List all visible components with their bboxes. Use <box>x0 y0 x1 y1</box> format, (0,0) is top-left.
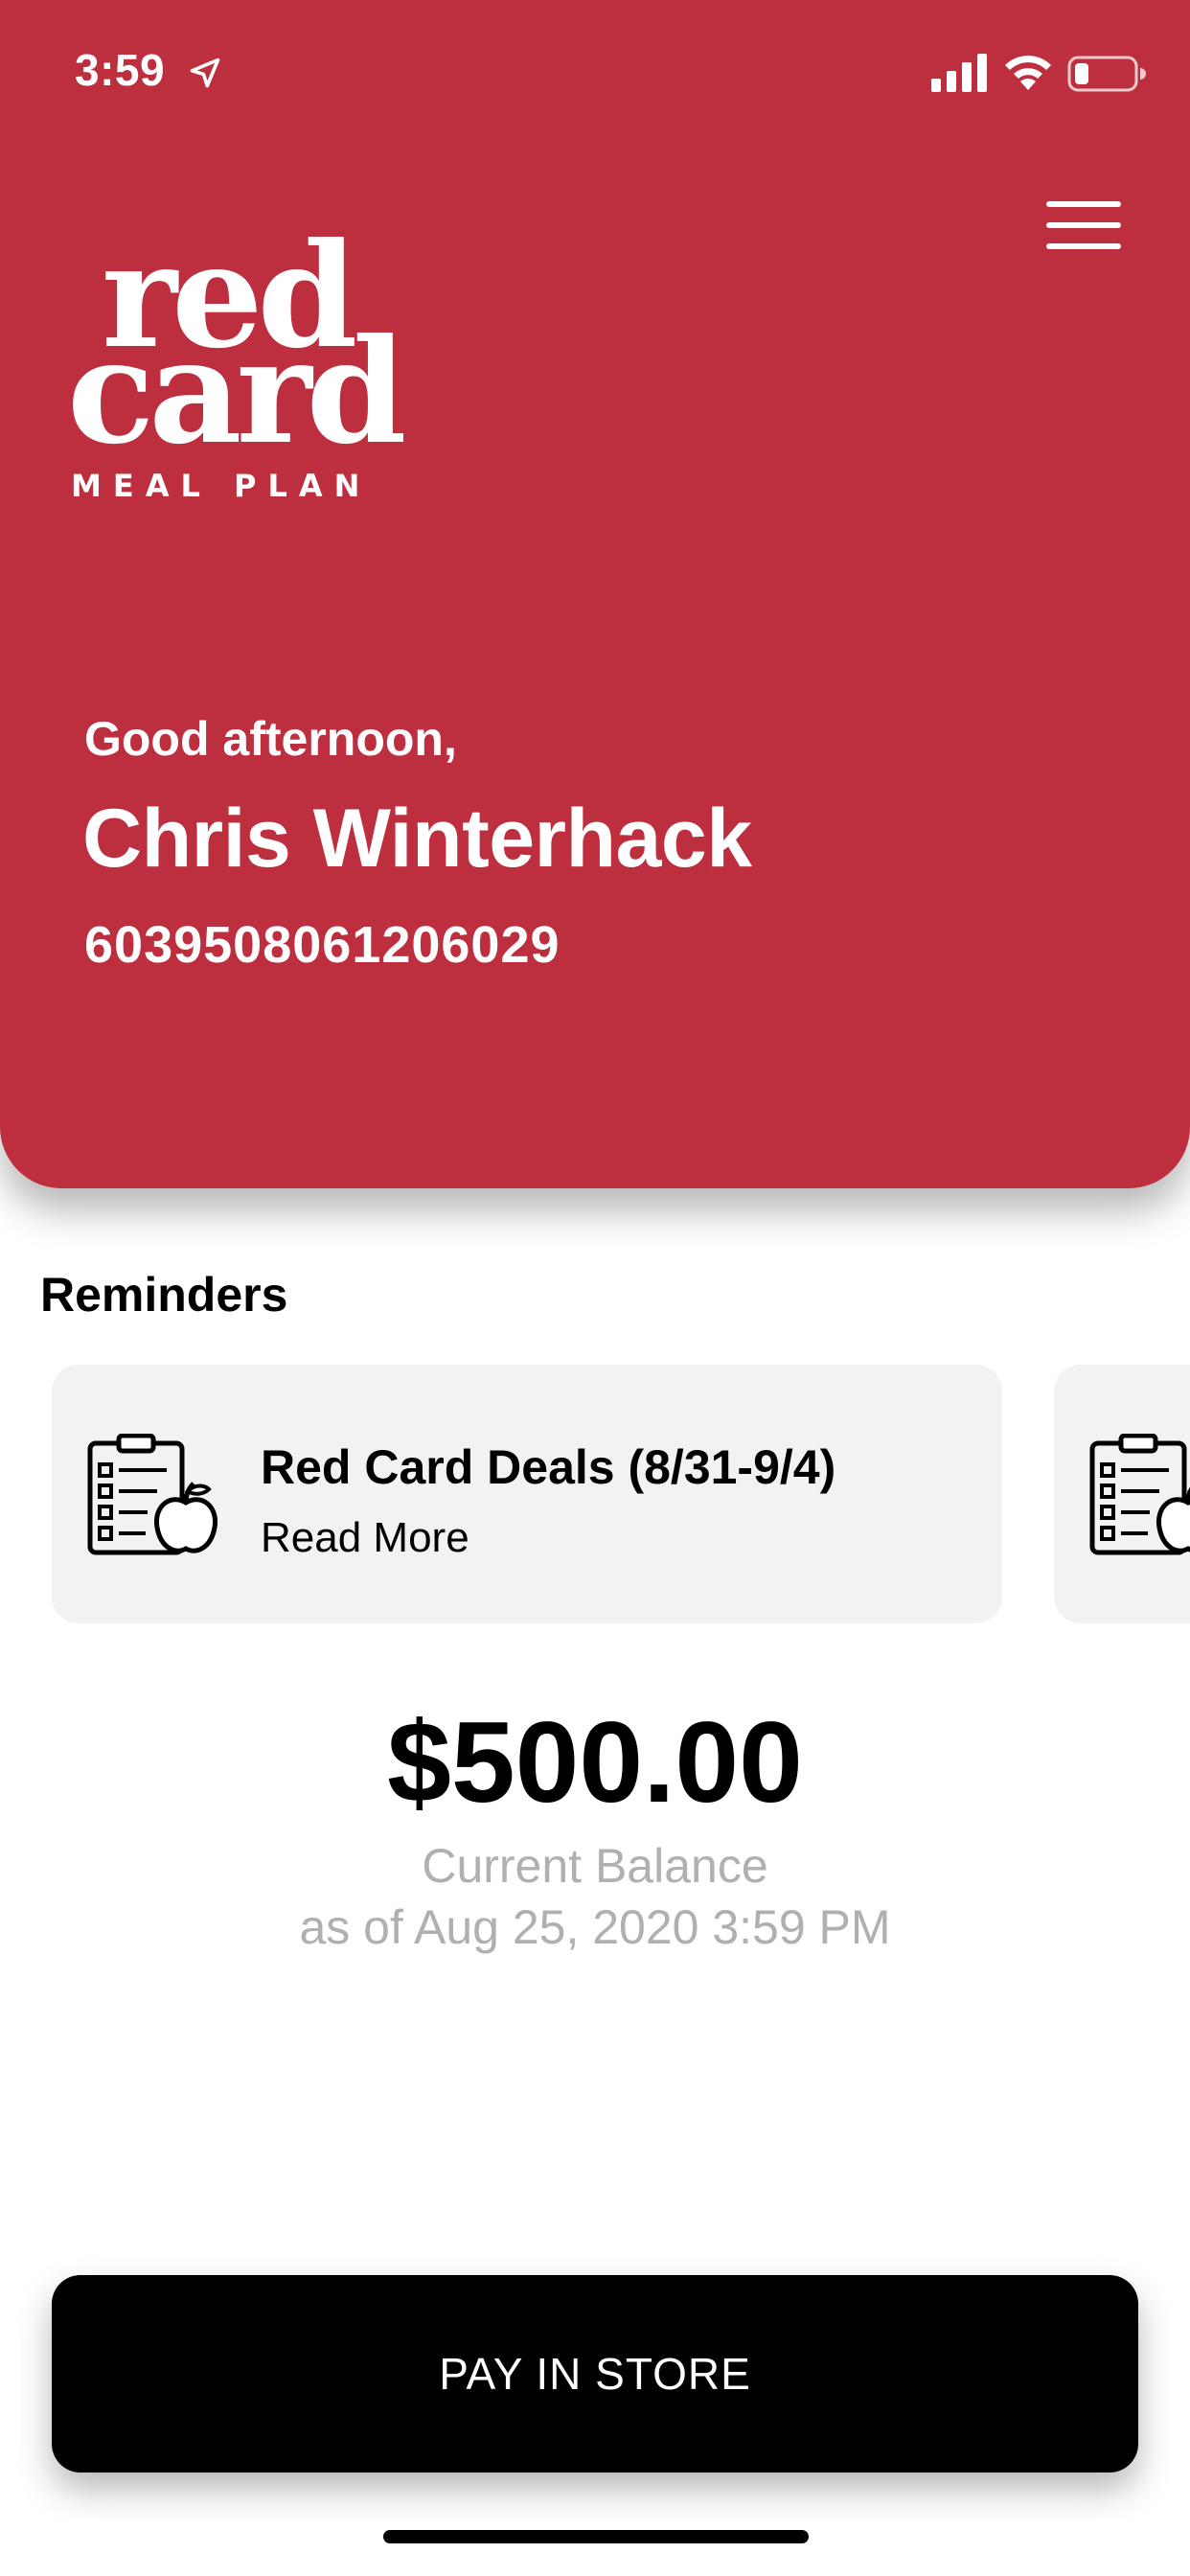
header-card: 3:59 red card MEAL PLAN Good afternoon, … <box>0 0 1190 1188</box>
clipboard-apple-icon <box>1089 1434 1190 1555</box>
read-more-link[interactable]: Read More <box>261 1514 469 1562</box>
card-number: 6039508061206029 <box>84 916 561 974</box>
reminder-title: Red Card Deals (8/31-9/4) <box>261 1440 836 1494</box>
app-screen: 3:59 red card MEAL PLAN Good afternoon, … <box>0 0 1190 2576</box>
status-bar: 3:59 <box>0 0 1190 144</box>
reminder-card[interactable] <box>1054 1365 1190 1623</box>
clipboard-apple-icon <box>87 1434 218 1555</box>
greeting-text: Good afternoon, <box>84 712 457 766</box>
reminder-card[interactable]: Red Card Deals (8/31-9/4) Read More <box>52 1365 1002 1623</box>
balance-timestamp: as of Aug 25, 2020 3:59 PM <box>299 1900 891 1954</box>
balance-label: Current Balance <box>422 1839 768 1893</box>
pay-in-store-button[interactable]: PAY IN STORE <box>52 2275 1138 2472</box>
logo-subtitle: MEAL PLAN <box>71 468 372 504</box>
status-time: 3:59 <box>75 45 166 95</box>
location-arrow-icon <box>190 58 220 88</box>
hamburger-menu-icon[interactable] <box>1046 201 1123 249</box>
reminders-heading: Reminders <box>40 1268 288 1322</box>
wifi-icon <box>1005 56 1051 90</box>
home-indicator[interactable] <box>383 2530 809 2543</box>
logo-line-card: card <box>67 308 406 476</box>
user-name: Chris Winterhack <box>82 793 752 885</box>
battery-icon <box>1067 56 1146 92</box>
signal-icon <box>931 54 987 92</box>
red-card-logo: red card MEAL PLAN <box>67 224 406 506</box>
balance-amount: $500.00 <box>387 1698 803 1827</box>
